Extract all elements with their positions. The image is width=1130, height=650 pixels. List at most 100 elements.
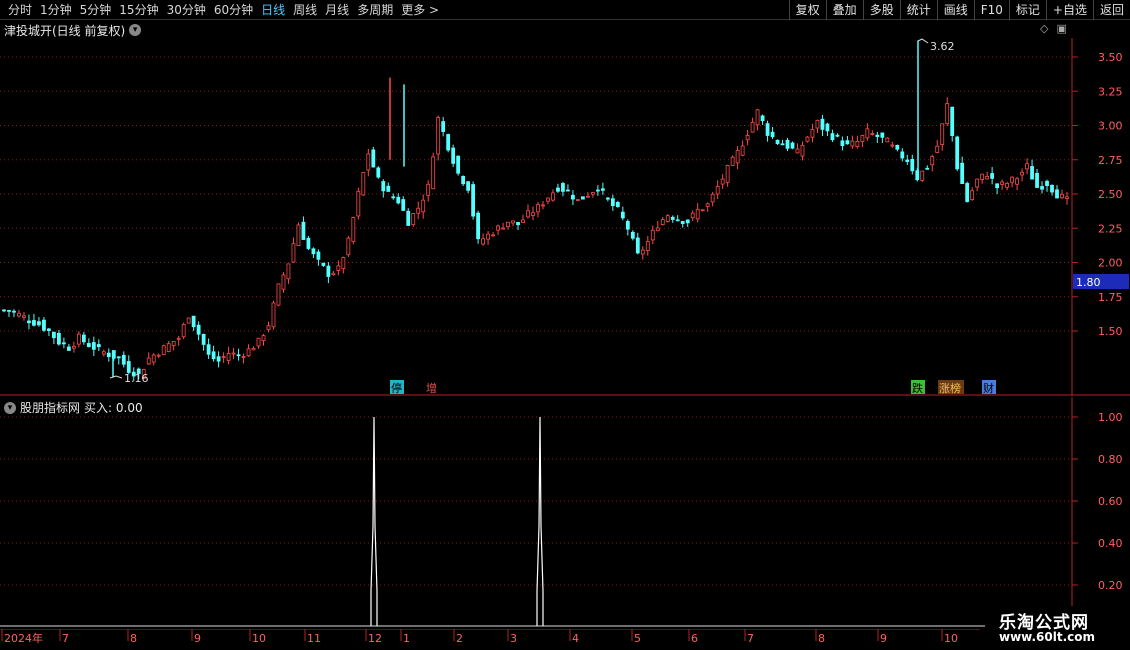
x-tick-label: 8 [818,632,825,645]
add-watchlist-button[interactable]: +自选 [1045,0,1093,20]
tab-1min[interactable]: 1分钟 [36,2,76,18]
candle-body [960,162,965,185]
candle-body [151,354,156,363]
candle-body [27,320,31,324]
candle-body [745,135,750,141]
candle-body [870,132,875,135]
candle-body [755,109,760,126]
candle-body [416,207,421,214]
candle-body [461,175,466,185]
chevron-down-icon[interactable]: ▾ [129,24,142,36]
overlay-button[interactable]: 叠加 [825,0,863,20]
candle-body [546,197,550,202]
candle-body [86,343,91,348]
x-tick-label: 12 [368,632,382,645]
candle-body [655,227,660,232]
indicator-chart[interactable]: 0.20 0.40 0.60 0.80 1.00 [0,397,1130,629]
candle-body [1045,180,1049,187]
candle-body [161,345,166,355]
tab-weekly[interactable]: 周线 [289,2,321,18]
candle-body [156,354,161,357]
draw-button[interactable]: 画线 [936,0,974,20]
candle-body [975,178,980,188]
candle-body [451,147,456,164]
adjust-button[interactable]: 复权 [788,0,826,20]
candle-body [146,357,151,365]
stats-button[interactable]: 统计 [899,0,937,20]
candle-body [900,151,905,159]
candle-body [121,354,126,365]
candle-body [251,348,256,351]
candle-body [401,199,406,211]
candle-body [166,343,171,352]
back-button[interactable]: 返回 [1092,0,1130,20]
candle-body [301,221,306,240]
candle-body [815,119,820,129]
candle-body [1020,171,1024,176]
x-tick-label: 8 [130,632,137,645]
candle-body [551,192,555,201]
candle-body [556,187,560,192]
candle-body [96,344,101,348]
candle-body [286,263,291,280]
candle-body [216,356,221,362]
tab-multi-period[interactable]: 多周期 [353,2,397,18]
candle-body [740,145,745,156]
candle-body [396,196,401,204]
candle-body [640,249,645,255]
candle-body [316,251,321,260]
candle-body [61,342,66,345]
candle-body [675,219,680,222]
candle-body [620,211,625,219]
candle-body [291,243,296,263]
candle-body [665,215,670,222]
candle-body [231,352,236,355]
candle-body [875,134,880,137]
marker-increase: 增 [426,381,437,395]
candle-body [820,118,825,130]
tab-fenshi[interactable]: 分时 [4,2,36,18]
tab-daily[interactable]: 日线 [257,2,289,18]
candle-body [695,208,700,220]
candle-body [630,231,635,239]
candle-body [246,348,251,357]
candle-body [386,185,391,192]
tab-monthly[interactable]: 月线 [321,2,353,18]
tab-5min[interactable]: 5分钟 [76,2,116,18]
y-tick-label: 0.40 [1098,537,1123,550]
diamond-icon[interactable]: ◇ [1040,22,1048,35]
candle-body [765,123,770,136]
candle-body [241,356,246,359]
candle-body [1035,172,1039,188]
site-watermark: 乐淘公式网 www.60lt.com [985,606,1130,650]
candle-body [7,309,11,312]
candle-body [431,156,436,190]
window-toggle-icon[interactable]: ▣ [1056,22,1066,35]
tab-30min[interactable]: 30分钟 [163,2,210,18]
x-tick-label: 2024年 [4,631,43,645]
candle-body [321,262,326,266]
x-tick-label: 9 [880,632,887,645]
tab-15min[interactable]: 15分钟 [115,2,162,18]
candle-body [625,221,630,230]
multi-stock-button[interactable]: 多股 [862,0,900,20]
candle-body [1000,181,1005,185]
candle-body [256,337,261,347]
y-tick-label: 3.00 [1098,120,1123,133]
candle-body [191,315,196,328]
candle-body [680,221,685,224]
tab-more[interactable]: 更多 > [397,2,443,18]
f10-button[interactable]: F10 [973,0,1009,20]
candle-body [12,310,16,313]
mark-button[interactable]: 标记 [1008,0,1046,20]
candle-body [441,121,446,132]
candlestick-chart[interactable]: 1.50 1.75 2.00 2.25 2.50 2.75 3.00 3.25 3.50 3.6… [0,38,1130,396]
candle-body [361,172,366,196]
candle-body [511,220,515,224]
candle-body [501,227,505,230]
tab-60min[interactable]: 60分钟 [210,2,257,18]
candle-body [266,325,271,331]
candle-body [37,321,41,326]
buy-signal-spike [370,416,378,626]
candle-body [710,193,715,203]
